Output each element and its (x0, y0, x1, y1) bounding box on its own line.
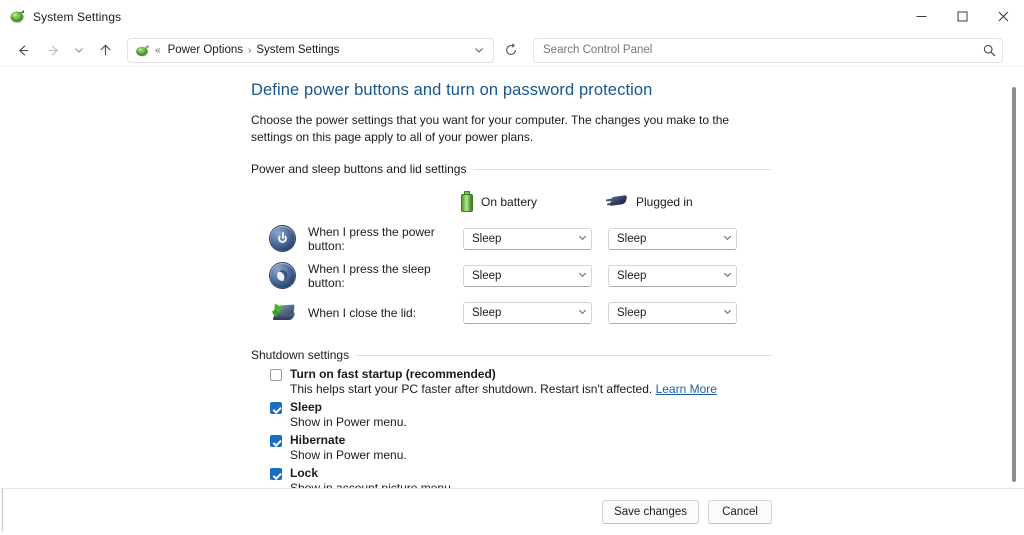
checkbox-row-hibernate[interactable]: Hibernate (270, 433, 771, 447)
title-bar: System Settings (0, 0, 1024, 33)
chevron-down-icon (578, 307, 587, 318)
power-columns-header: On battery Plugged in (251, 191, 771, 212)
column-plugged-in-label: Plugged in (636, 194, 693, 209)
navigation-bar: « Power Options › System Settings (0, 33, 1024, 67)
breadcrumb-power-options-icon (135, 43, 150, 58)
search-input[interactable] (543, 44, 983, 56)
lock-label: Lock (290, 466, 319, 480)
search-icon[interactable] (983, 44, 996, 57)
window-title: System Settings (33, 9, 122, 24)
power-sleep-group-label: Power and sleep buttons and lid settings (251, 162, 467, 176)
dialog-footer: Save changes Cancel (0, 488, 1024, 535)
dropdown-value: Sleep (472, 306, 502, 319)
page-description: Choose the power settings that you want … (251, 113, 730, 144)
sleep-label: Sleep (290, 400, 323, 414)
fast-startup-checkbox[interactable] (270, 369, 282, 381)
cancel-button[interactable]: Cancel (708, 500, 772, 524)
laptop-lid-icon (269, 300, 296, 326)
power-plug-icon (605, 194, 628, 210)
setting-row-power-button-label: When I press the power button: (308, 224, 435, 253)
dropdown-value: Sleep (617, 306, 647, 319)
group-divider (473, 168, 771, 170)
hibernate-checkbox[interactable] (270, 435, 282, 447)
close-lid-plugged-in-dropdown[interactable]: Sleep (608, 301, 737, 324)
window-controls (901, 0, 1024, 33)
breadcrumb-item-power-options[interactable]: Power Options (165, 42, 246, 58)
chevron-down-icon (578, 233, 587, 244)
learn-more-link[interactable]: Learn More (656, 382, 717, 396)
chevron-down-icon (723, 270, 732, 281)
fast-startup-description: This helps start your PC faster after sh… (290, 382, 771, 396)
shutdown-options-list: Turn on fast startup (recommended) This … (251, 367, 771, 488)
dropdown-value: Sleep (472, 269, 502, 282)
chevron-down-icon (723, 307, 732, 318)
battery-icon (461, 191, 473, 212)
sleep-description: Show in Power menu. (290, 415, 407, 429)
vertical-scrollbar-thumb[interactable] (1012, 87, 1016, 482)
sleep-checkbox[interactable] (270, 402, 282, 414)
power-options-icon (9, 8, 26, 25)
dropdown-value: Sleep (617, 232, 647, 245)
dropdown-value: Sleep (472, 232, 502, 245)
address-bar[interactable]: « Power Options › System Settings (127, 37, 494, 63)
close-button[interactable] (983, 0, 1024, 33)
setting-row-power-button: When I press the power button: Sleep Sle… (251, 220, 771, 257)
setting-row-sleep-button: When I press the sleep button: Sleep Sle… (251, 257, 771, 294)
minimize-button[interactable] (901, 0, 942, 33)
column-plugged-in: Plugged in (605, 191, 693, 212)
setting-row-sleep-button-label: When I press the sleep button: (308, 261, 431, 290)
close-lid-on-battery-dropdown[interactable]: Sleep (463, 301, 592, 324)
search-control-panel-box[interactable] (533, 37, 1003, 63)
dropdown-value: Sleep (617, 269, 647, 282)
hibernate-description: Show in Power menu. (290, 448, 407, 462)
shutdown-group-header: Shutdown settings (251, 348, 771, 362)
system-settings-window: System Settings « Power Options › System… (0, 0, 1024, 535)
fast-startup-label: Turn on fast startup (recommended) (290, 367, 496, 381)
shutdown-group-label: Shutdown settings (251, 348, 350, 362)
page-title: Define power buttons and turn on passwor… (251, 81, 653, 99)
address-dropdown-chevron-down-icon[interactable] (469, 40, 489, 60)
vertical-scrollbar[interactable] (1007, 69, 1021, 486)
setting-row-close-lid-label: When I close the lid: (308, 305, 417, 320)
maximize-button[interactable] (942, 0, 983, 33)
power-button-icon (270, 225, 296, 252)
content-area: Define power buttons and turn on passwor… (0, 67, 1024, 488)
power-sleep-group-header: Power and sleep buttons and lid settings (251, 162, 771, 176)
checkbox-row-fast-startup[interactable]: Turn on fast startup (recommended) (270, 367, 771, 381)
sleep-moon-icon (270, 262, 296, 289)
chevron-down-icon (578, 270, 587, 281)
breadcrumb-overflow[interactable]: « (155, 45, 161, 56)
column-on-battery: On battery (461, 191, 606, 212)
breadcrumb-item-system-settings[interactable]: System Settings (253, 42, 342, 58)
power-button-on-battery-dropdown[interactable]: Sleep (463, 227, 592, 250)
forward-button[interactable] (38, 35, 68, 65)
group-divider (356, 354, 771, 356)
back-button[interactable] (8, 35, 38, 65)
breadcrumb-separator: › (248, 44, 252, 56)
up-button[interactable] (90, 35, 120, 65)
hibernate-label: Hibernate (290, 433, 346, 447)
column-on-battery-label: On battery (481, 194, 538, 209)
checkbox-row-lock[interactable]: Lock (270, 466, 771, 480)
lock-description: Show in account picture menu. (290, 481, 455, 488)
checkbox-row-sleep[interactable]: Sleep (270, 400, 771, 414)
chevron-down-icon (723, 233, 732, 244)
sleep-button-plugged-in-dropdown[interactable]: Sleep (608, 264, 737, 287)
recent-locations-chevron-down-icon[interactable] (68, 35, 90, 65)
sleep-button-on-battery-dropdown[interactable]: Sleep (463, 264, 592, 287)
power-button-plugged-in-dropdown[interactable]: Sleep (608, 227, 737, 250)
fast-startup-description-text: This helps start your PC faster after sh… (290, 382, 653, 396)
save-changes-button[interactable]: Save changes (602, 500, 699, 524)
lock-checkbox[interactable] (270, 468, 282, 480)
content-scroll-region: Define power buttons and turn on passwor… (0, 67, 1024, 488)
setting-row-close-lid: When I close the lid: Sleep Sleep (251, 294, 771, 331)
refresh-icon[interactable] (498, 37, 524, 63)
